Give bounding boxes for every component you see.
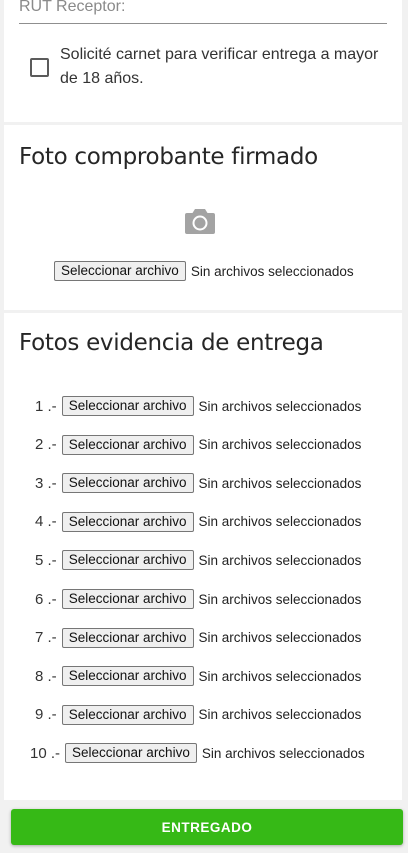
evidence-card: Fotos evidencia de entrega 1 .- Seleccion… — [4, 313, 402, 800]
id-verified-checkbox[interactable] — [30, 58, 49, 77]
evidence-number: 7 .- — [35, 629, 57, 647]
select-file-button[interactable]: Seleccionar archivo — [54, 261, 186, 281]
select-file-button[interactable]: Seleccionar archivo — [61, 627, 194, 648]
evidence-number: 4 .- — [35, 513, 57, 531]
evidence-row: 2 .- Seleccionar archivo Sin archivos sele… — [35, 434, 362, 455]
evidence-number: 2 .- — [35, 436, 57, 454]
id-verified-label: Solicité carnet para verificar entrega a… — [60, 46, 379, 87]
evidence-row: 9 .- Seleccionar archivo Sin archivos sele… — [35, 704, 362, 725]
select-file-button[interactable]: Seleccionar archivo — [61, 589, 194, 609]
select-file-button[interactable]: Seleccionar archivo — [61, 704, 194, 725]
evidence-row: 7 .- Seleccionar archivo Sin archivos sele… — [35, 627, 362, 648]
file-status: Sin archivos seleccionados — [201, 745, 365, 761]
rut-input-underline — [19, 23, 387, 24]
signed-receipt-file-input: Seleccionar archivo Sin archivos selecci… — [54, 261, 354, 281]
select-file-button[interactable]: Seleccionar archivo — [61, 434, 194, 455]
evidence-row: 6 .- Seleccionar archivo Sin archivos sele… — [35, 589, 361, 609]
select-file-button[interactable]: Seleccionar archivo — [61, 396, 194, 416]
receptor-card: RUT Receptor: Solicité carnet para verif… — [4, 0, 402, 122]
file-status: Sin archivos seleccionados — [190, 263, 354, 279]
evidence-number: 3 .- — [35, 474, 57, 492]
file-status: Sin archivos seleccionados — [198, 707, 362, 723]
file-status: Sin archivos seleccionados — [198, 398, 362, 414]
evidence-row: 8 .- Seleccionar archivo Sin archivos sele… — [35, 666, 362, 687]
select-file-button[interactable]: Seleccionar archivo — [61, 550, 194, 571]
signed-receipt-card: Foto comprobante firmado Seleccionar arc… — [4, 125, 402, 310]
evidence-title: Fotos evidencia de entrega — [19, 330, 324, 356]
file-status: Sin archivos seleccionados — [198, 437, 362, 453]
evidence-row: 3 .- Seleccionar archivo Sin archivos sele… — [35, 473, 362, 494]
evidence-row: 5 .- Seleccionar archivo Sin archivos sele… — [35, 550, 362, 571]
select-file-button[interactable]: Seleccionar archivo — [61, 666, 194, 687]
file-status: Sin archivos seleccionados — [198, 668, 362, 684]
file-status: Sin archivos seleccionados — [198, 552, 362, 568]
evidence-row: 10 .- Seleccionar archivo Sin archivos sel… — [30, 743, 365, 764]
camera-icon[interactable] — [185, 208, 215, 234]
evidence-number: 10 .- — [30, 744, 61, 762]
evidence-number: 6 .- — [35, 590, 57, 608]
select-file-button[interactable]: Seleccionar archivo — [61, 473, 194, 494]
signed-receipt-title: Foto comprobante firmado — [19, 144, 318, 170]
file-status: Sin archivos seleccionados — [198, 514, 362, 530]
evidence-number: 5 .- — [35, 551, 57, 569]
evidence-row: 4 .- Seleccionar archivo Sin archivos sele… — [35, 511, 362, 532]
file-status: Sin archivos seleccionados — [198, 630, 362, 646]
file-status: Sin archivos seleccionados — [198, 591, 362, 607]
select-file-button[interactable]: Seleccionar archivo — [61, 511, 194, 532]
rut-receptor-field[interactable]: RUT Receptor: — [19, 0, 125, 16]
evidence-number: 9 .- — [35, 706, 57, 724]
evidence-row: 1 .- Seleccionar archivo Sin archivos sele… — [35, 396, 361, 416]
select-file-button[interactable]: Seleccionar archivo — [65, 743, 197, 764]
evidence-number: 1 .- — [35, 397, 57, 415]
file-status: Sin archivos seleccionados — [198, 475, 362, 491]
delivered-button[interactable]: ENTREGADO — [11, 809, 403, 845]
evidence-number: 8 .- — [35, 667, 57, 685]
